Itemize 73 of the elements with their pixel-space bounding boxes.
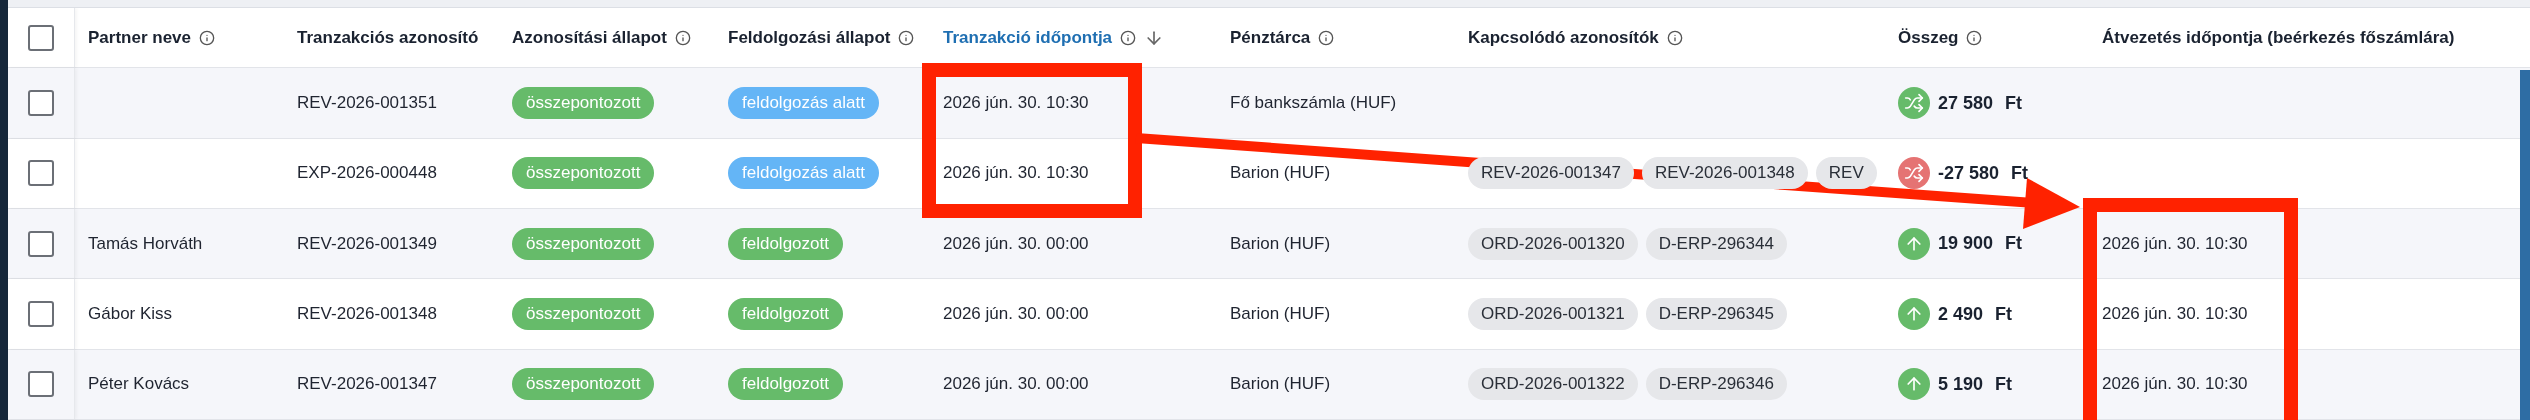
status-tag: összepontozott <box>512 227 655 260</box>
table-cell: Barion (HUF) <box>1230 374 1331 395</box>
status-tag: feldolgozott <box>728 298 843 330</box>
table-cell: 2026 jún. 30. 00:00 <box>943 374 1089 395</box>
column-header[interactable]: Azonosítási állapot <box>512 27 667 48</box>
table-cell: REV-2026-001347 <box>297 374 437 395</box>
status-tag: feldolgozás alatt <box>728 157 879 190</box>
status-tag: összepontozott <box>512 298 655 330</box>
info-icon[interactable] <box>199 29 215 46</box>
id-chip: REV-2026-001347 <box>1468 157 1634 190</box>
status-tag: összepontozott <box>512 368 655 401</box>
status-tag: feldolgozott <box>728 368 843 401</box>
currency: Ft <box>2011 162 2029 184</box>
table-cell: 2026 jún. 30. 10:30 <box>2102 233 2248 254</box>
amount: 5 190 <box>1938 373 1984 395</box>
status-tag: feldolgozás alatt <box>728 87 879 120</box>
checkbox[interactable] <box>28 301 54 327</box>
table-cell: 2026 jún. 30. 00:00 <box>943 304 1089 324</box>
id-chip: REV-2026-001348 <box>1641 157 1808 190</box>
column-header[interactable]: Tranzakció időpontja <box>943 27 1113 48</box>
status-tag: összepontozott <box>512 157 655 190</box>
column-header[interactable]: Feldolgozási állapot <box>728 27 891 48</box>
id-chip: D-ERP-296345 <box>1645 298 1787 330</box>
id-chip: ORD-2026-001322 <box>1468 368 1638 401</box>
column-header[interactable]: Kapcsolódó azonosítók <box>1468 27 1659 48</box>
id-chip: D-ERP-296346 <box>1645 368 1787 401</box>
info-icon[interactable] <box>898 29 915 46</box>
id-chip: ORD-2026-001320 <box>1468 227 1638 260</box>
amount: 2 490 <box>1938 303 1984 325</box>
checkbox[interactable] <box>28 90 54 117</box>
checkbox[interactable] <box>28 230 54 257</box>
table-cell: Barion (HUF) <box>1230 304 1331 324</box>
table-cell: Péter Kovács <box>88 374 190 395</box>
info-icon[interactable] <box>674 29 691 46</box>
table-cell: Barion (HUF) <box>1230 233 1331 254</box>
amount: 19 900 <box>1938 233 1994 255</box>
currency: Ft <box>2005 233 2023 255</box>
checkbox[interactable] <box>28 160 54 187</box>
info-icon[interactable] <box>1666 29 1683 46</box>
column-header[interactable]: Tranzakciós azonosító <box>297 27 479 48</box>
table-cell: 2026 jún. 30. 10:30 <box>943 163 1089 184</box>
currency: Ft <box>1995 303 2013 325</box>
table-cell: Fő bankszámla (HUF) <box>1230 93 1397 114</box>
table-cell: Barion (HUF) <box>1230 163 1331 184</box>
status-tag: feldolgozott <box>728 227 843 260</box>
column-header[interactable]: Összeg <box>1898 27 1959 48</box>
currency: Ft <box>1995 373 2013 395</box>
info-icon[interactable] <box>1966 29 1983 46</box>
info-icon[interactable] <box>1318 29 1335 46</box>
table-cell: Gábor Kiss <box>88 304 173 324</box>
id-chip: ORD-2026-001321 <box>1468 298 1638 330</box>
info-icon[interactable] <box>1120 29 1137 46</box>
amount: 27 580 <box>1938 92 1994 114</box>
scrollbar[interactable] <box>2520 70 2530 420</box>
table-cell: EXP-2026-000448 <box>297 163 437 184</box>
id-chip: D-ERP-296344 <box>1645 227 1787 260</box>
table-cell: 2026 jún. 30. 10:30 <box>2102 374 2248 395</box>
table-cell: 2026 jún. 30. 00:00 <box>943 233 1089 254</box>
currency: Ft <box>2005 92 2023 114</box>
column-header[interactable]: Átvezetés időpontja (beérkezés főszámlára) <box>2102 27 2455 48</box>
checkbox[interactable] <box>28 24 54 51</box>
table-cell: REV-2026-001348 <box>297 304 437 324</box>
table-cell: Tamás Horváth <box>88 233 203 254</box>
table-cell: REV-2026-001351 <box>297 93 437 114</box>
column-header[interactable]: Pénztárca <box>1230 27 1311 48</box>
table-cell: REV-2026-001349 <box>297 233 437 254</box>
id-chip: REV <box>1815 157 1877 190</box>
amount: -27 580 <box>1938 162 2000 184</box>
status-tag: összepontozott <box>512 87 655 120</box>
column-header[interactable]: Partner neve <box>88 27 191 48</box>
checkbox[interactable] <box>28 371 54 398</box>
table-cell: 2026 jún. 30. 10:30 <box>943 93 1089 114</box>
table-cell: 2026 jún. 30. 10:30 <box>2102 304 2248 324</box>
